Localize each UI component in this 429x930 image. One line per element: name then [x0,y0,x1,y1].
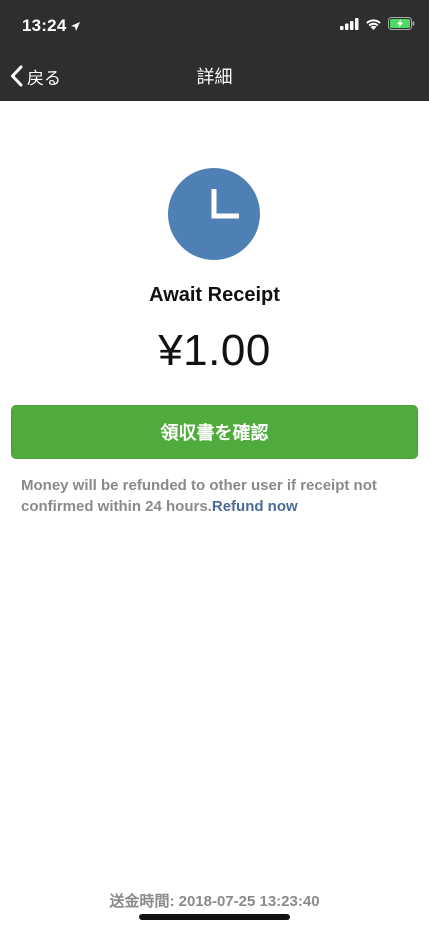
status-bar: 13:24 [0,0,429,50]
status-time: 13:24 [22,16,81,36]
battery-charging-icon [388,17,415,30]
transfer-amount: ¥1.00 [158,326,271,375]
location-arrow-icon [71,21,81,31]
send-time: 送金時間: 2018-07-25 13:23:40 [109,893,320,910]
confirm-receipt-label: 領収書を確認 [160,423,269,443]
status-icons [340,17,415,30]
refund-notice: Money will be refunded to other user if … [21,475,413,517]
confirm-receipt-button[interactable]: 領収書を確認 [11,405,418,459]
navigation-bar: 戻る 詳細 [0,50,429,101]
home-indicator[interactable] [139,914,290,920]
cellular-signal-icon [340,17,359,30]
refund-now-link[interactable]: Refund now [212,498,298,515]
status-time-text: 13:24 [22,16,67,35]
wifi-icon [366,18,381,30]
transfer-status: Await Receipt [149,284,280,306]
refund-notice-text: Money will be refunded to other user if … [21,477,377,515]
page-title: 詳細 [196,67,233,87]
clock-icon [168,168,260,260]
